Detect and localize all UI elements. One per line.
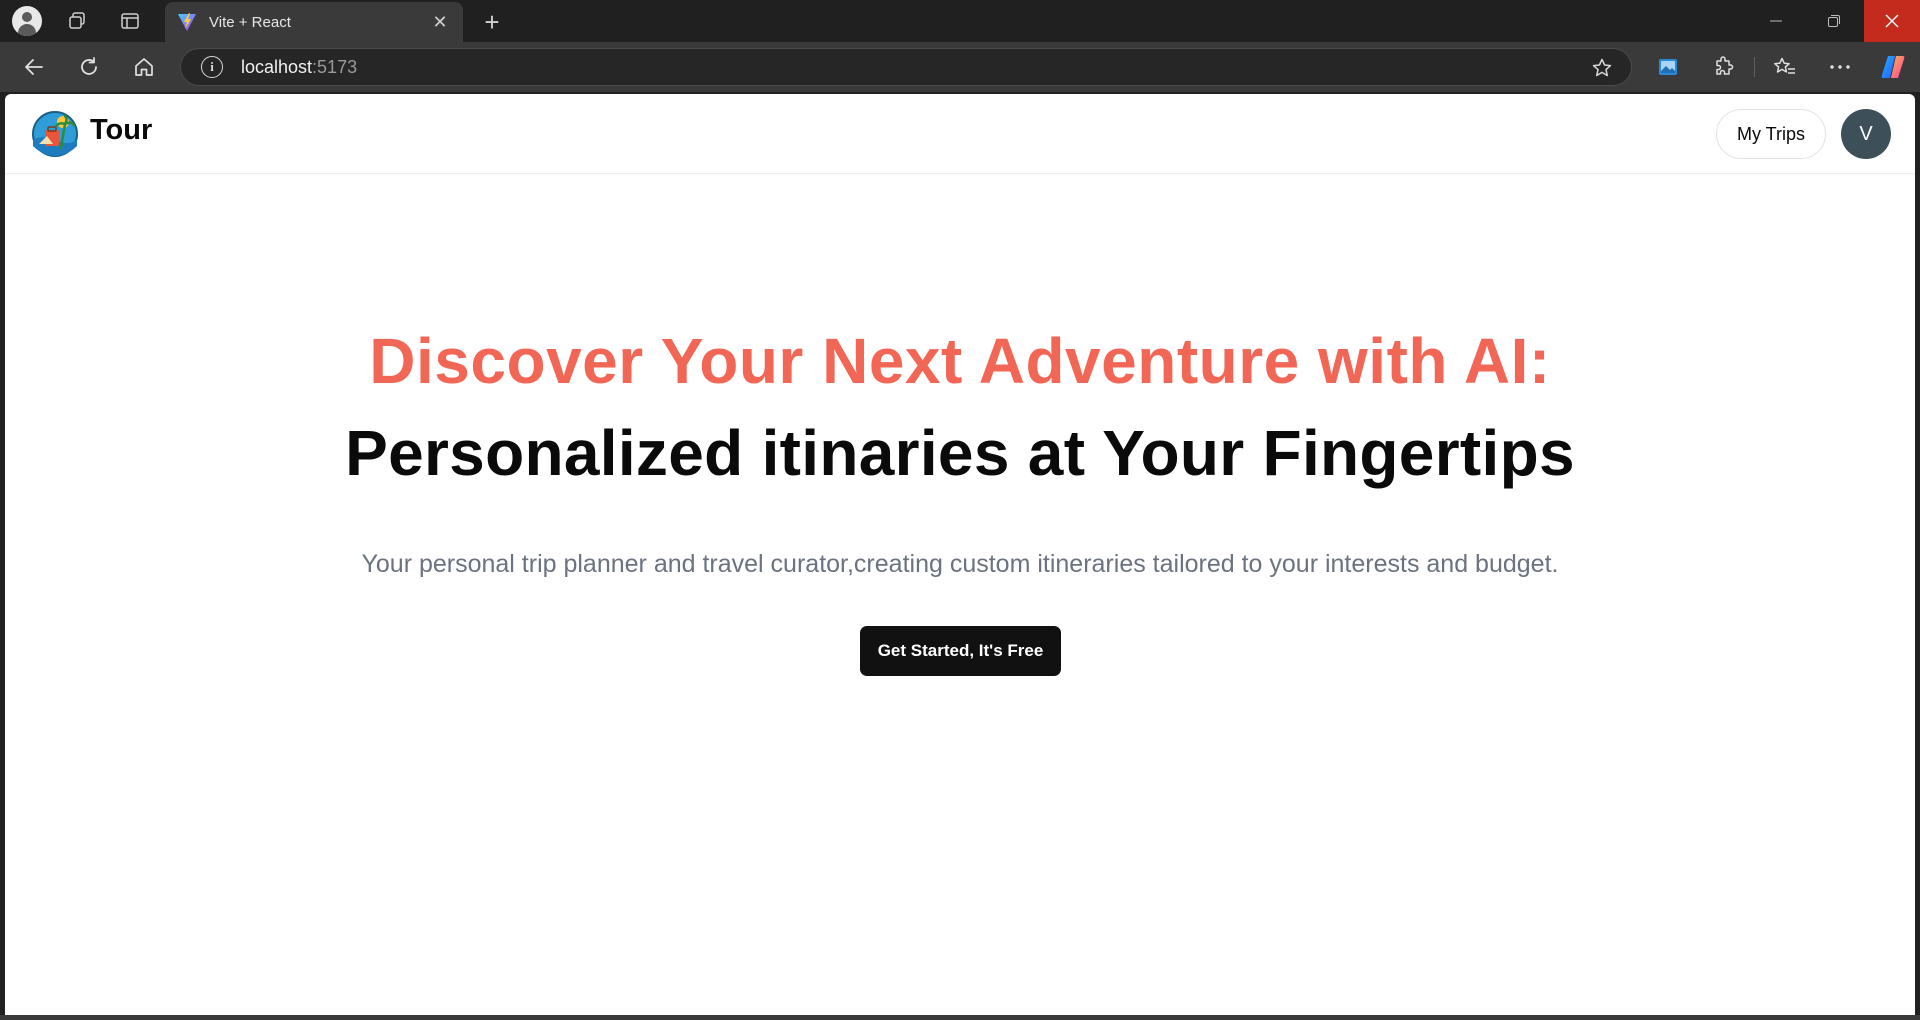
- hero-subtitle: Your personal trip planner and travel cu…: [361, 550, 1559, 578]
- address-bar[interactable]: i localhost:5173: [180, 48, 1632, 86]
- workspaces-icon[interactable]: [55, 0, 99, 42]
- get-started-button[interactable]: Get Started, It's Free: [860, 626, 1061, 676]
- page-viewport: Tour My Trips V Discover Your Next Adven…: [5, 94, 1915, 1015]
- tour-logo-icon[interactable]: [31, 110, 79, 158]
- back-icon[interactable]: [14, 47, 54, 87]
- vite-favicon: [178, 13, 196, 31]
- minimize-button[interactable]: [1748, 0, 1804, 42]
- info-icon[interactable]: i: [201, 56, 223, 78]
- hero-headline-accent: Discover Your Next Adventure with AI:: [369, 325, 1551, 397]
- copilot-icon[interactable]: [1873, 47, 1913, 87]
- tab-title: Vite + React: [209, 13, 291, 31]
- browser-tab[interactable]: Vite + React ✕: [165, 2, 463, 42]
- tab-close-icon[interactable]: ✕: [429, 11, 451, 33]
- address-port: :5173: [312, 56, 358, 77]
- tab-actions-icon[interactable]: [108, 0, 152, 42]
- brand-name[interactable]: Tour: [90, 114, 152, 147]
- address-host: localhost: [241, 56, 313, 77]
- user-avatar[interactable]: V: [1841, 109, 1891, 159]
- restore-button[interactable]: [1806, 0, 1862, 42]
- window-close-button[interactable]: [1864, 0, 1920, 42]
- favorite-star-icon[interactable]: [1591, 57, 1613, 84]
- home-icon[interactable]: [124, 47, 164, 87]
- profile-icon[interactable]: [5, 0, 49, 42]
- favorites-icon[interactable]: [1765, 47, 1805, 87]
- new-tab-button[interactable]: +: [474, 4, 510, 40]
- screenshot-icon[interactable]: [1648, 47, 1688, 87]
- extensions-icon[interactable]: [1704, 47, 1744, 87]
- my-trips-button[interactable]: My Trips: [1716, 109, 1826, 159]
- browser-toolbar: i localhost:5173: [0, 42, 1920, 92]
- browser-tab-bar: Vite + React ✕ +: [0, 0, 1920, 42]
- hero-headline: Personalized itinaries at Your Fingertip…: [345, 417, 1575, 489]
- toolbar-separator: [1754, 57, 1755, 77]
- window-bottom-border: [0, 1015, 1920, 1020]
- refresh-icon[interactable]: [69, 47, 109, 87]
- more-icon[interactable]: [1820, 47, 1860, 87]
- site-header: Tour My Trips V: [5, 94, 1915, 174]
